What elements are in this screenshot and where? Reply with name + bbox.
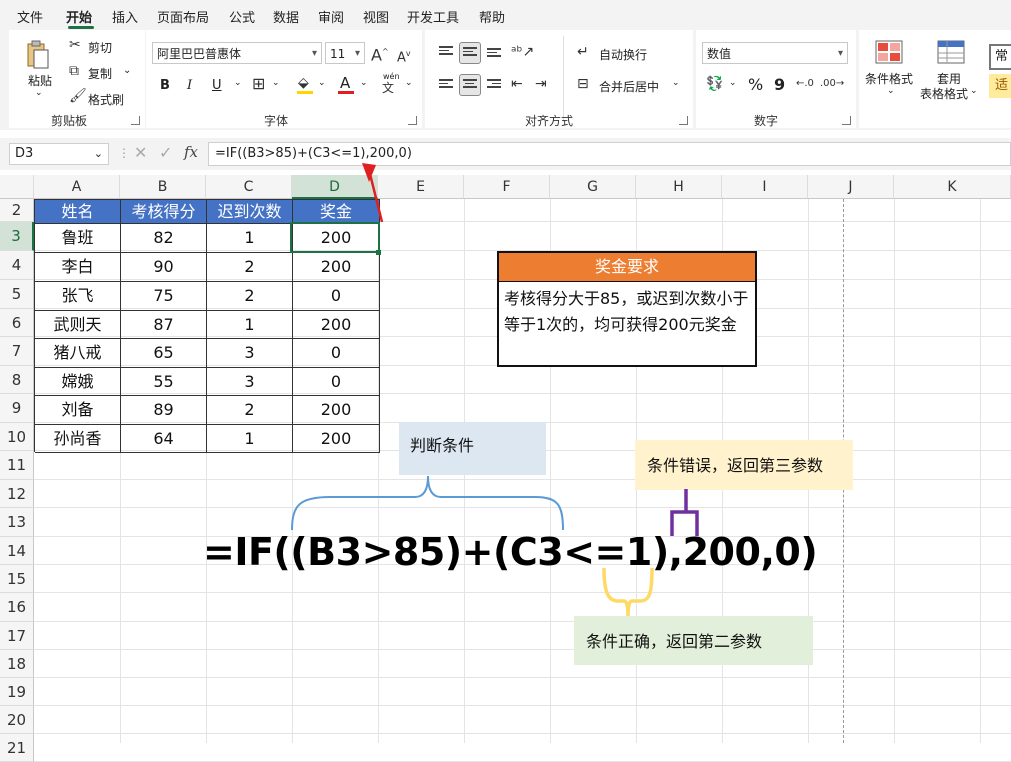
false-brace [670,489,699,536]
condition-brace [291,475,564,531]
red-arrow-icon [362,163,376,182]
true-brace [602,567,654,617]
big-formula-text: =IF((B3>85)+(C3<=1),200,0) [203,530,818,574]
annotation-overlay [291,163,699,617]
arrow-line [367,169,384,223]
